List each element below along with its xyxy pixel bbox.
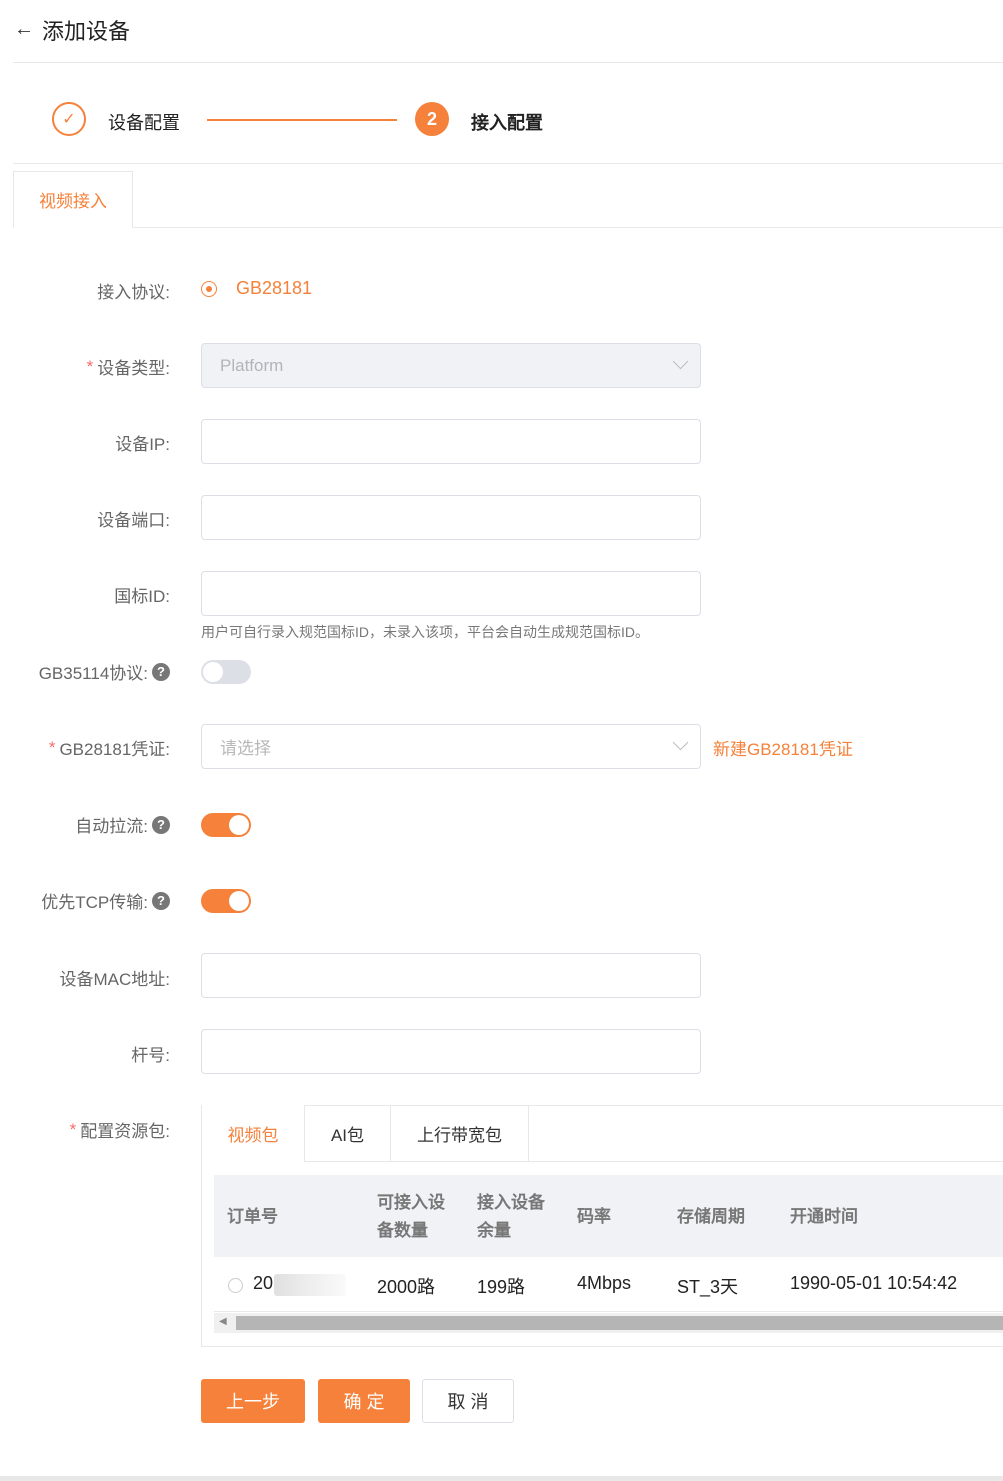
gb-id-input[interactable]	[201, 571, 701, 616]
gb35114-toggle[interactable]	[201, 660, 251, 684]
page-bottom-border	[0, 1476, 1003, 1481]
th-capacity: 可接入设 备数量	[377, 1193, 445, 1240]
tab-underline	[133, 227, 1003, 228]
device-ip-input[interactable]	[201, 419, 701, 464]
scroll-left-icon[interactable]: ◀	[219, 1316, 227, 1327]
td-storage: ST_3天	[677, 1277, 739, 1297]
th-bitrate: 码率	[577, 1207, 611, 1226]
row-divider	[214, 1311, 1003, 1312]
mac-input[interactable]	[201, 953, 701, 998]
steps-divider	[13, 163, 1003, 164]
credential-placeholder: 请选择	[220, 739, 271, 758]
td-opened: 1990-05-01 10:54:42	[790, 1273, 958, 1293]
device-type-label: * 设备类型:	[86, 356, 170, 379]
td-bitrate: 4Mbps	[577, 1273, 632, 1293]
resource-pack-label: * 配置资源包:	[69, 1119, 170, 1142]
question-icon[interactable]: ?	[152, 662, 170, 681]
th-opened: 开通时间	[790, 1207, 858, 1226]
masked-order-number	[274, 1274, 346, 1296]
step-1-check-icon: ✓	[52, 102, 86, 136]
step-connector	[207, 119, 397, 121]
tab-video-pack[interactable]: 视频包	[202, 1105, 305, 1162]
gb-id-label: 国标ID:	[114, 587, 170, 606]
auto-pull-toggle[interactable]	[201, 813, 251, 837]
gb35114-label: GB35114协议:?	[39, 659, 170, 684]
chevron-down-icon	[672, 353, 689, 370]
row-select-radio[interactable]	[228, 1278, 243, 1293]
credential-select[interactable]: 请选择	[201, 724, 701, 769]
tcp-first-label: 优先TCP传输:?	[41, 888, 170, 913]
tab-video-access[interactable]: 视频接入	[13, 171, 133, 228]
question-icon[interactable]: ?	[152, 815, 170, 834]
td-remaining: 199路	[477, 1277, 526, 1297]
step-1-label: 设备配置	[108, 113, 180, 133]
cancel-button[interactable]: 取 消	[422, 1379, 514, 1423]
td-order: 20	[253, 1273, 274, 1293]
prev-step-button[interactable]: 上一步	[201, 1379, 305, 1423]
th-remaining: 接入设备 余量	[477, 1193, 545, 1240]
confirm-button[interactable]: 确 定	[318, 1379, 410, 1423]
device-port-input[interactable]	[201, 495, 701, 540]
step-2-label: 接入配置	[471, 113, 543, 133]
tab-ai-pack[interactable]: AI包	[305, 1105, 391, 1162]
device-port-label: 设备端口:	[97, 511, 170, 530]
pole-input[interactable]	[201, 1029, 701, 1074]
th-order: 订单号	[227, 1207, 278, 1226]
credential-label: * GB28181凭证:	[48, 737, 170, 760]
auto-pull-label: 自动拉流:?	[75, 812, 170, 837]
gb28181-radio[interactable]	[201, 281, 217, 297]
gb28181-radio-label[interactable]: GB28181	[236, 278, 312, 299]
device-type-value: Platform	[220, 355, 284, 375]
new-credential-link[interactable]: 新建GB28181凭证	[713, 735, 853, 760]
scrollbar-thumb[interactable]	[236, 1316, 1003, 1330]
question-icon[interactable]: ?	[152, 891, 170, 910]
page-title: 添加设备	[42, 19, 131, 44]
th-storage: 存储周期	[677, 1207, 745, 1226]
tcp-first-toggle[interactable]	[201, 889, 251, 913]
back-arrow-icon[interactable]: ←	[14, 18, 34, 41]
protocol-label: 接入协议:	[97, 283, 170, 302]
step-2-number: 2	[415, 102, 449, 136]
gb-id-hint: 用户可自行录入规范国标ID，未录入该项，平台会自动生成规范国标ID。	[201, 624, 649, 640]
device-type-select[interactable]: Platform	[201, 343, 701, 388]
device-ip-label: 设备IP:	[115, 435, 170, 454]
header-divider	[13, 62, 1003, 63]
chevron-down-icon	[672, 734, 689, 751]
pole-label: 杆号:	[131, 1046, 170, 1065]
td-capacity: 2000路	[377, 1277, 436, 1297]
tab-bandwidth-pack[interactable]: 上行带宽包	[391, 1105, 529, 1162]
mac-label: 设备MAC地址:	[59, 970, 171, 989]
